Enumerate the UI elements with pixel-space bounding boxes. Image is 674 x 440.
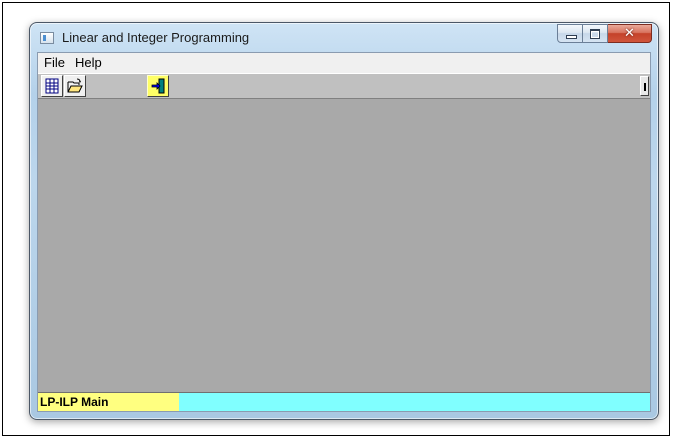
caption-buttons: ✕: [557, 24, 652, 43]
status-panel-secondary: [179, 393, 650, 411]
title-bar[interactable]: Linear and Integer Programming ✕: [30, 23, 658, 53]
open-folder-icon: [67, 78, 83, 93]
app-icon[interactable]: [40, 32, 54, 44]
client-area: File Help LP-ILP Main: [37, 52, 651, 412]
status-panel-main: LP-ILP Main: [38, 393, 179, 411]
toolbar-overflow-button[interactable]: [640, 76, 649, 96]
app-window: Linear and Integer Programming ✕ File He…: [29, 22, 659, 420]
menu-help[interactable]: Help: [71, 53, 106, 73]
exit-button[interactable]: [147, 75, 169, 97]
screenshot-frame: Linear and Integer Programming ✕ File He…: [2, 2, 670, 436]
maximize-button[interactable]: [583, 24, 608, 43]
close-icon: ✕: [624, 26, 635, 41]
exit-door-icon: [151, 78, 165, 94]
open-folder-button[interactable]: [64, 75, 86, 97]
new-table-button[interactable]: [41, 75, 63, 97]
table-grid-icon: [45, 78, 59, 94]
menu-bar: File Help: [38, 53, 650, 73]
minimize-button[interactable]: [557, 24, 583, 43]
status-bar: LP-ILP Main: [38, 392, 650, 411]
menu-file[interactable]: File: [40, 53, 69, 73]
window-title: Linear and Integer Programming: [62, 30, 250, 45]
close-button[interactable]: ✕: [608, 24, 652, 43]
toolbar: [38, 73, 650, 99]
mdi-workspace: [38, 99, 650, 394]
